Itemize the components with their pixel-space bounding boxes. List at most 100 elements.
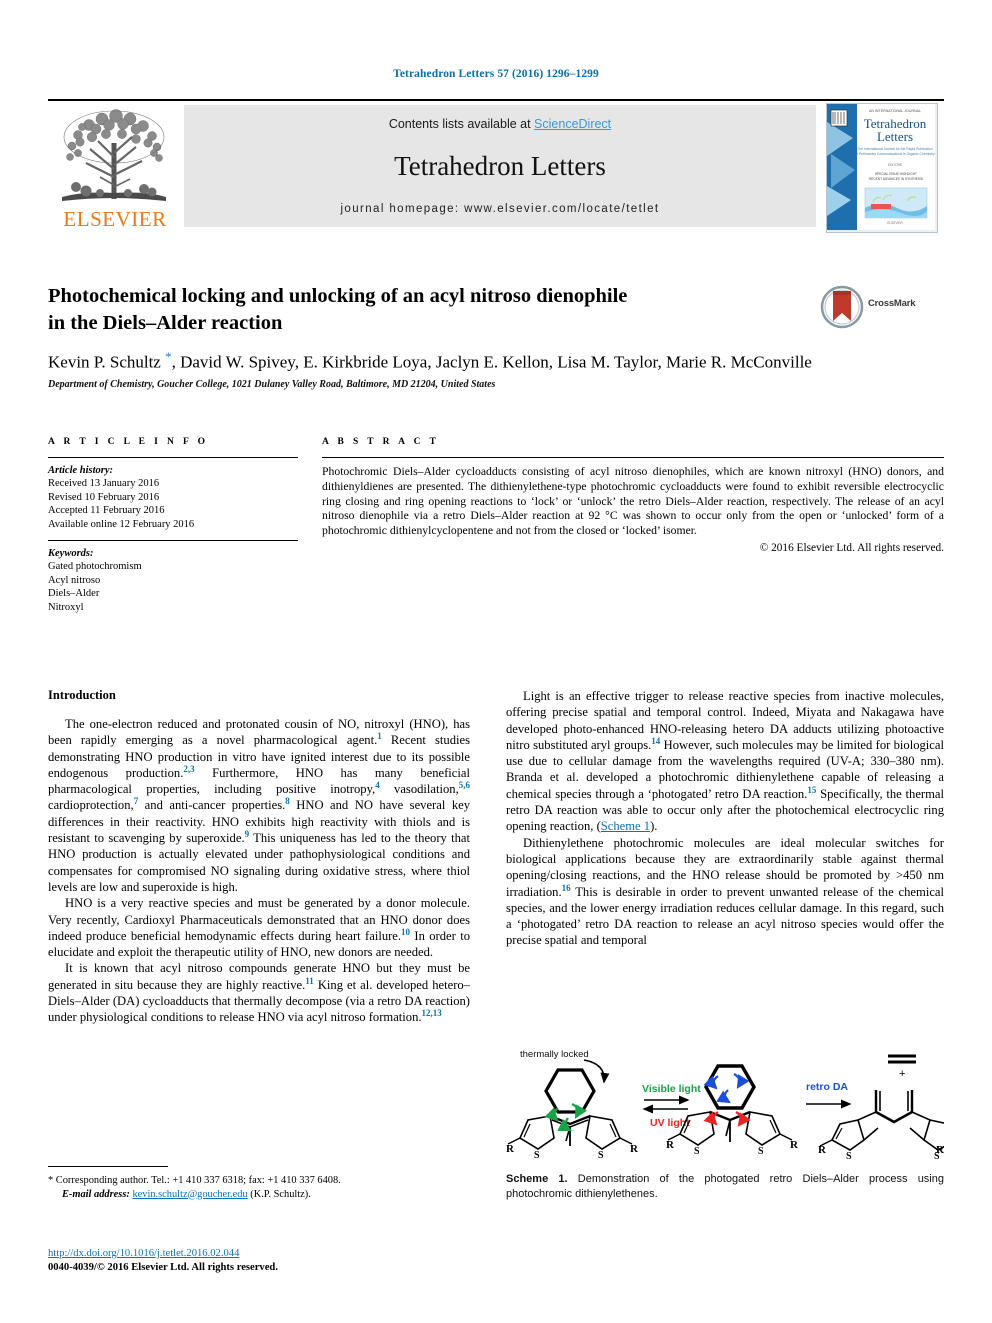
structure-open [507,1068,633,1150]
scheme-caption-label: Scheme 1. [506,1173,568,1185]
atom-label-S: S [534,1150,540,1161]
structure-diene-product [819,1090,958,1151]
title-line-1: Photochemical locking and unlocking of a… [48,285,628,307]
atom-label-S: S [694,1146,700,1157]
history-received: Received 13 January 2016 [48,478,160,489]
journal-band: Contents lists available at ScienceDirec… [184,105,816,227]
paragraph: The one-electron reduced and protonated … [48,716,470,895]
email-label: E-mail address: [62,1188,130,1200]
svg-text:SPECIAL ISSUE HIGHLIGHT: SPECIAL ISSUE HIGHLIGHT [875,172,917,176]
svg-text:ELSEVIER: ELSEVIER [887,221,903,225]
keywords-label: Keywords: [48,548,94,559]
blue-electron-arrows [703,1073,750,1104]
journal-masthead: ELSEVIER Contents lists available at Sci… [48,99,944,233]
svg-text:Letters: Letters [877,129,913,144]
journal-title: Tetrahedron Letters [394,151,606,181]
author-list: Kevin P. Schultz *, David W. Spivey, E. … [48,349,944,373]
footnote-block: * Corresponding author. Tel.: +1 410 337… [48,1166,470,1201]
paragraph: It is known that acyl nitroso compounds … [48,960,470,1025]
reference-marker[interactable]: 12,13 [422,1008,442,1018]
reaction-scheme-svg: R R S S thermally locked Visible light U… [506,1049,958,1162]
svg-text:of Preliminary Communications: of Preliminary Communications in Organic… [855,152,935,156]
scheme-1-figure: R R S S thermally locked Visible light U… [506,1046,958,1174]
atom-label-R: R [818,1144,827,1156]
paper-page: Tetrahedron Letters 57 (2016) 1296–1299 [0,0,992,1323]
text-run: cardioprotection, [48,798,134,813]
abstract-block: A B S T R A C T Photochromic Diels–Alder… [322,437,944,554]
crossmark-label: CrossMark [868,298,916,309]
svg-text:AN INTERNATIONAL JOURNAL: AN INTERNATIONAL JOURNAL [869,109,921,113]
crossmark-icon [820,285,864,329]
author-first: Kevin P. Schultz [48,352,166,372]
abstract-text: Photochromic Diels–Alder cycloadducts co… [322,465,944,538]
plus-sign: + [899,1068,905,1080]
reference-marker[interactable]: 16 [562,882,571,892]
doi-block: http://dx.doi.org/10.1016/j.tetlet.2016.… [48,1247,478,1275]
email-link[interactable]: kevin.schultz@goucher.edu [132,1189,247,1200]
abstract-copyright: © 2016 Elsevier Ltd. All rights reserved… [759,541,944,554]
reference-marker[interactable]: 15 [807,785,816,795]
visible-light-label: Visible light [642,1083,701,1095]
retro-da-label: retro DA [806,1081,848,1093]
article-info-block: A R T I C L E I N F O Article history: R… [48,437,298,614]
corresponding-author-note: * Corresponding author. Tel.: +1 410 337… [48,1174,470,1188]
elsevier-wordmark: ELSEVIER [63,207,167,231]
journal-cover-thumbnail: AN INTERNATIONAL JOURNAL Tetrahedron Let… [826,103,938,233]
abstract-rule [322,457,944,458]
footnote-rule [48,1166,168,1167]
keyword-item: Nitroxyl [48,601,84,613]
svg-text:The International Journal for: The International Journal for the Rapid … [857,147,933,151]
thermally-locked-label: thermally locked [520,1049,589,1060]
paragraph: Light is an effective trigger to release… [506,688,944,835]
article-info-rule [48,457,298,458]
article-history-label: Article history: [48,465,114,476]
structure-closed [667,1064,793,1146]
affiliation: Department of Chemistry, Goucher College… [48,379,496,390]
released-dienophile [888,1054,916,1064]
reference-marker[interactable]: 10 [401,927,410,937]
scheme-caption: Scheme 1. Demonstration of the photogate… [506,1172,944,1201]
atom-label-S: S [846,1151,852,1162]
abstract-heading: A B S T R A C T [322,437,440,447]
cover-art: AN INTERNATIONAL JOURNAL Tetrahedron Let… [827,104,935,230]
atom-label-R: R [630,1143,639,1155]
doi-link[interactable]: http://dx.doi.org/10.1016/j.tetlet.2016.… [48,1248,239,1259]
reference-marker[interactable]: 11 [305,976,314,986]
sciencedirect-link[interactable]: ScienceDirect [534,117,611,131]
history-available-online: Available online 12 February 2016 [48,518,195,530]
keywords-rule [48,540,298,541]
title-line-2: in the Diels–Alder reaction [48,312,283,334]
journal-homepage[interactable]: journal homepage: www.elsevier.com/locat… [184,203,816,215]
text-run: and anti-cancer properties. [138,798,286,813]
atom-label-R: R [506,1143,515,1155]
reference-marker[interactable]: 2,3 [183,764,194,774]
history-accepted: Accepted 11 February 2016 [48,505,165,516]
reference-marker[interactable]: 5,6 [459,780,470,790]
text-run: ). [650,819,658,834]
paragraph: HNO is a very reactive species and must … [48,895,470,960]
svg-text:EDITORS: EDITORS [888,163,902,167]
atom-label-R: R [790,1139,799,1151]
masthead-top-rule [48,99,944,101]
contents-prefix: Contents lists available at [388,117,535,131]
svg-text:RECENT ADVANCES IN SYNTHESIS: RECENT ADVANCES IN SYNTHESIS [869,177,923,181]
crossmark-badge[interactable]: CrossMark [820,285,940,329]
scheme-cross-reference[interactable]: Scheme 1 [601,819,650,833]
body-column-left: Introduction The one-electron reduced an… [48,688,470,1026]
running-head: Tetrahedron Letters 57 (2016) 1296–1299 [393,68,599,80]
page-title: Photochemical locking and unlocking of a… [48,283,818,337]
atom-label-S: S [598,1150,604,1161]
scheme-graphic: R R S S thermally locked Visible light U… [506,1046,958,1174]
scheme-caption-host: Scheme 1. Demonstration of the photogate… [506,1172,944,1201]
elsevier-logo: ELSEVIER [50,105,180,233]
keyword-item: Acyl nitroso [48,574,101,586]
reference-marker[interactable]: 14 [651,736,660,746]
contents-available-line: Contents lists available at ScienceDirec… [184,117,816,131]
keyword-item: Gated photochromism [48,561,142,572]
equilibrium-arrows [642,1095,690,1114]
history-revised: Revised 10 February 2016 [48,491,160,503]
email-suffix: (K.P. Schultz). [247,1188,311,1200]
scheme-caption-text: Demonstration of the photogated retro Di… [506,1173,944,1200]
issn-copyright-line: 0040-4039/© 2016 Elsevier Ltd. All right… [48,1262,278,1273]
email-note: E-mail address: kevin.schultz@goucher.ed… [48,1188,470,1202]
